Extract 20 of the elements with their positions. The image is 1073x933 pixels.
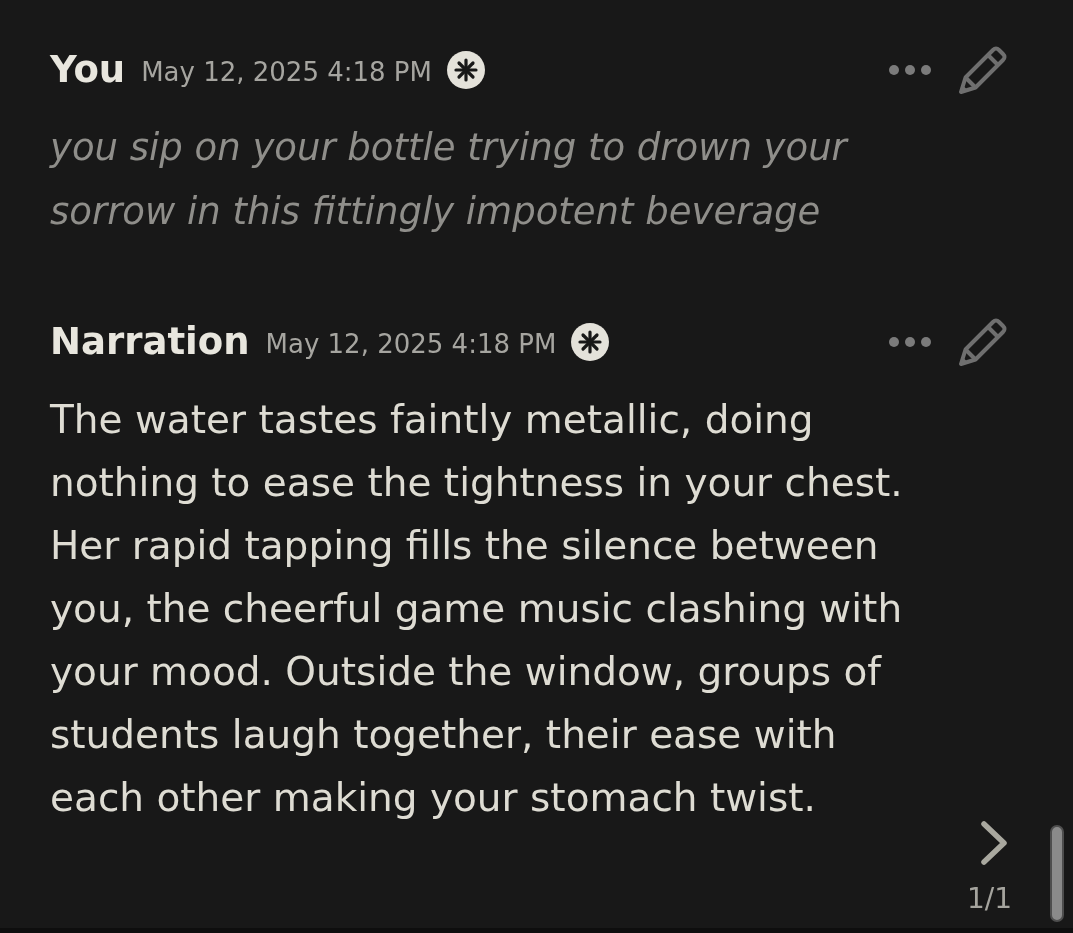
ellipsis-icon	[889, 337, 931, 347]
chevron-right-icon	[980, 820, 1008, 866]
asterisk-icon	[571, 323, 610, 361]
author-name: Narration	[50, 319, 250, 365]
more-options-button[interactable]	[889, 337, 931, 347]
next-button[interactable]	[980, 820, 1008, 866]
message-text: The water tastes faintly metallic, doing nothing to ease the tightness in your chest. Her rapid tapping fills the silence between you, the cheerful game music clashing with your mood. Outside the window, groups of students laugh together, their ease with each other making your stomach twist.	[50, 396, 904, 822]
pencil-icon	[958, 317, 1008, 367]
message-timestamp: May 12, 2025 4:18 PM	[265, 328, 557, 361]
more-options-button[interactable]	[889, 65, 931, 75]
swipe-counter: 1/1	[966, 882, 1012, 916]
edit-button[interactable]	[958, 317, 1008, 367]
author-name: You	[50, 47, 126, 93]
ellipsis-icon	[889, 65, 931, 75]
message-timestamp: May 12, 2025 4:18 PM	[141, 56, 432, 89]
scrollbar-thumb[interactable]	[1050, 825, 1064, 922]
edit-button[interactable]	[958, 45, 1008, 95]
asterisk-icon	[447, 51, 485, 89]
message-text: you sip on your bottle trying to drown your sorrow in this fittingly impotent beverage	[50, 125, 850, 235]
pencil-icon	[958, 45, 1008, 95]
